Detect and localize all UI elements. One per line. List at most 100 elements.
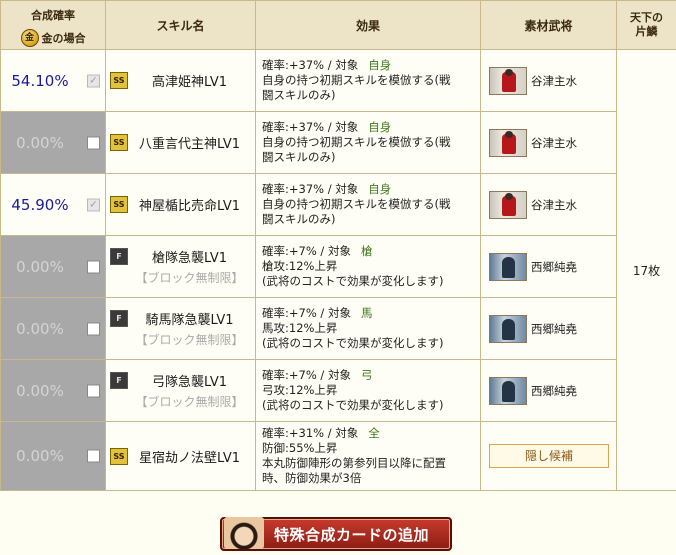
- skill-cell: SS 星宿劫ノ法壁LV1: [105, 421, 256, 491]
- material-cell: 谷津主水: [480, 111, 617, 174]
- effect-rate: 確率:+37% / 対象: [262, 58, 359, 72]
- effect-desc-2: 闘スキルのみ): [262, 88, 336, 102]
- effect-rate: 確率:+37% / 対象: [262, 120, 359, 134]
- material-cell: 隠し候補: [480, 421, 617, 491]
- general-portrait-icon[interactable]: [489, 190, 527, 219]
- general-portrait-icon[interactable]: [489, 376, 527, 405]
- select-checkbox[interactable]: [87, 136, 100, 149]
- effect-target: 自身: [368, 120, 392, 134]
- effect-target: 自身: [368, 58, 392, 72]
- effect-desc-2: (武将のコストで効果が変化します): [262, 274, 444, 288]
- skill-name: 八重言代主神LV1: [139, 137, 240, 152]
- success-rate-cell: 0.00%: [0, 421, 106, 491]
- skill-row: 0.00% SS 八重言代主神LV1 確率:+37% / 対象 自身 自身の持つ初期スキル…: [0, 111, 676, 174]
- effect-cell: 確率:+37% / 対象 自身 自身の持つ初期スキルを模倣する(戦 闘スキルのみ): [255, 49, 481, 112]
- effect-cell: 確率:+7% / 対象弓弓攻:12%上昇 (武将のコストで効果が変化します): [255, 359, 481, 422]
- material-general-name: 西郷純堯: [531, 321, 577, 336]
- effect-desc-2: 闘スキルのみ): [262, 150, 336, 164]
- material-general-name: 西郷純堯: [531, 383, 577, 398]
- fragment-count-cell: 17枚: [616, 49, 676, 491]
- select-checkbox[interactable]: [87, 322, 100, 335]
- rate-header: 合成確率 金 金の場合: [0, 0, 106, 50]
- material-cell: 西郷純堯: [480, 297, 617, 360]
- skill-name: 騎馬隊急襲LV1: [145, 313, 234, 328]
- effect-desc-3: 時、防御効果が3倍: [262, 471, 362, 485]
- effect-target: 自身: [368, 182, 392, 196]
- gold-case-label: 金の場合: [41, 32, 86, 45]
- effect-cell: 確率:+37% / 対象 自身 自身の持つ初期スキルを模倣する(戦 闘スキルのみ): [255, 173, 481, 236]
- skill-row: 0.00% F 弓隊急襲LV1 【ブロック無制限】 確率:+7% / 対象弓弓攻:12%…: [0, 359, 676, 422]
- rank-badge: SS: [110, 196, 128, 213]
- success-rate: 0.00%: [16, 133, 64, 152]
- success-rate-cell: 54.10% ✓: [0, 49, 106, 112]
- skill-name: 弓隊急襲LV1: [152, 375, 227, 390]
- material-general-name: 西郷純堯: [531, 259, 577, 274]
- add-special-card-button[interactable]: 特殊合成カードの追加: [220, 517, 452, 551]
- success-rate-cell: 0.00%: [0, 359, 106, 422]
- select-checkbox[interactable]: [87, 384, 100, 397]
- effect-desc: 馬攻:12%上昇: [262, 321, 338, 335]
- skill-cell: F 騎馬隊急襲LV1 【ブロック無制限】: [105, 297, 256, 360]
- skill-row: 0.00% F 騎馬隊急襲LV1 【ブロック無制限】 確率:+7% / 対象馬馬攻:12…: [0, 297, 676, 360]
- effect-rate: 確率:+7% / 対象: [262, 368, 351, 382]
- rank-badge: SS: [110, 447, 128, 465]
- general-portrait-icon[interactable]: [489, 314, 527, 343]
- effect-desc: 防御:55%上昇: [262, 441, 338, 455]
- effect-target: 馬: [360, 306, 373, 320]
- select-checkbox[interactable]: [87, 260, 100, 273]
- skill-cell: SS 神屋楯比売命LV1: [105, 173, 256, 236]
- rank-badge: SS: [110, 72, 128, 89]
- fragment-header: 天下の 片鱗: [616, 0, 676, 50]
- effect-desc: 槍攻:12%上昇: [262, 259, 338, 273]
- material-cell: 西郷純堯: [480, 235, 617, 298]
- rank-badge: F: [110, 310, 128, 327]
- skill-row: 0.00% F 槍隊急襲LV1 【ブロック無制限】 確率:+7% / 対象槍槍攻:12%…: [0, 235, 676, 298]
- skill-cell: SS 高津姫神LV1: [105, 49, 256, 112]
- effect-cell: 確率:+37% / 対象 自身 自身の持つ初期スキルを模倣する(戦 闘スキルのみ): [255, 111, 481, 174]
- material-general-name: 谷津主水: [531, 73, 577, 88]
- skill-note: 【ブロック無制限】: [135, 395, 244, 409]
- success-rate-cell: 0.00%: [0, 111, 106, 174]
- success-rate-cell: 0.00%: [0, 235, 106, 298]
- success-rate-cell: 45.90% ✓: [0, 173, 106, 236]
- effect-desc: 自身の持つ初期スキルを模倣する(戦: [262, 73, 451, 87]
- effect-target: 弓: [360, 368, 373, 382]
- skill-cell: SS 八重言代主神LV1: [105, 111, 256, 174]
- success-rate: 0.00%: [16, 447, 64, 465]
- add-special-card-label: 特殊合成カードの追加: [274, 525, 430, 544]
- material-cell: 谷津主水: [480, 49, 617, 112]
- skill-note: 【ブロック無制限】: [135, 333, 244, 347]
- material-cell: 西郷純堯: [480, 359, 617, 422]
- skill-name: 高津姫神LV1: [152, 75, 227, 90]
- material-general-name: 谷津主水: [531, 197, 577, 212]
- skill-note: 【ブロック無制限】: [135, 271, 244, 285]
- general-portrait-icon[interactable]: [489, 66, 527, 95]
- skill-name: 槍隊急襲LV1: [152, 251, 227, 266]
- rank-badge: F: [110, 248, 128, 265]
- skill-row: 54.10% ✓ SS 高津姫神LV1 確率:+37% / 対象 自身 自身の持つ初期スキル…: [0, 49, 676, 491]
- effect-cell: 確率:+7% / 対象槍槍攻:12%上昇 (武将のコストで効果が変化します): [255, 235, 481, 298]
- select-checkbox: ✓: [87, 198, 100, 211]
- general-portrait-icon[interactable]: [489, 128, 527, 157]
- skill-cell: F 弓隊急襲LV1 【ブロック無制限】: [105, 359, 256, 422]
- fragment-count: 17枚: [632, 263, 661, 278]
- material-header: 素材武将: [480, 0, 617, 50]
- hidden-candidate-button[interactable]: 隠し候補: [489, 444, 609, 468]
- material-general-name: 谷津主水: [531, 135, 577, 150]
- skill-name: 星宿劫ノ法壁LV1: [139, 450, 240, 466]
- effect-desc: 弓攻:12%上昇: [262, 383, 338, 397]
- effect-target: 全: [368, 426, 380, 440]
- select-checkbox[interactable]: [87, 449, 100, 463]
- skill-name-header: スキル名: [105, 0, 256, 50]
- success-rate: 45.90%: [11, 195, 69, 214]
- general-portrait-icon[interactable]: [489, 252, 527, 281]
- skill-name: 神屋楯比売命LV1: [139, 199, 240, 214]
- success-rate: 0.00%: [16, 319, 64, 338]
- gold-coin-icon: 金: [20, 29, 39, 47]
- success-rate: 0.00%: [16, 381, 64, 400]
- select-checkbox: ✓: [87, 74, 100, 87]
- effect-desc-2: (武将のコストで効果が変化します): [262, 398, 444, 412]
- success-rate-cell: 0.00%: [0, 297, 106, 360]
- skill-cell: F 槍隊急襲LV1 【ブロック無制限】: [105, 235, 256, 298]
- character-portrait-icon: [224, 517, 264, 549]
